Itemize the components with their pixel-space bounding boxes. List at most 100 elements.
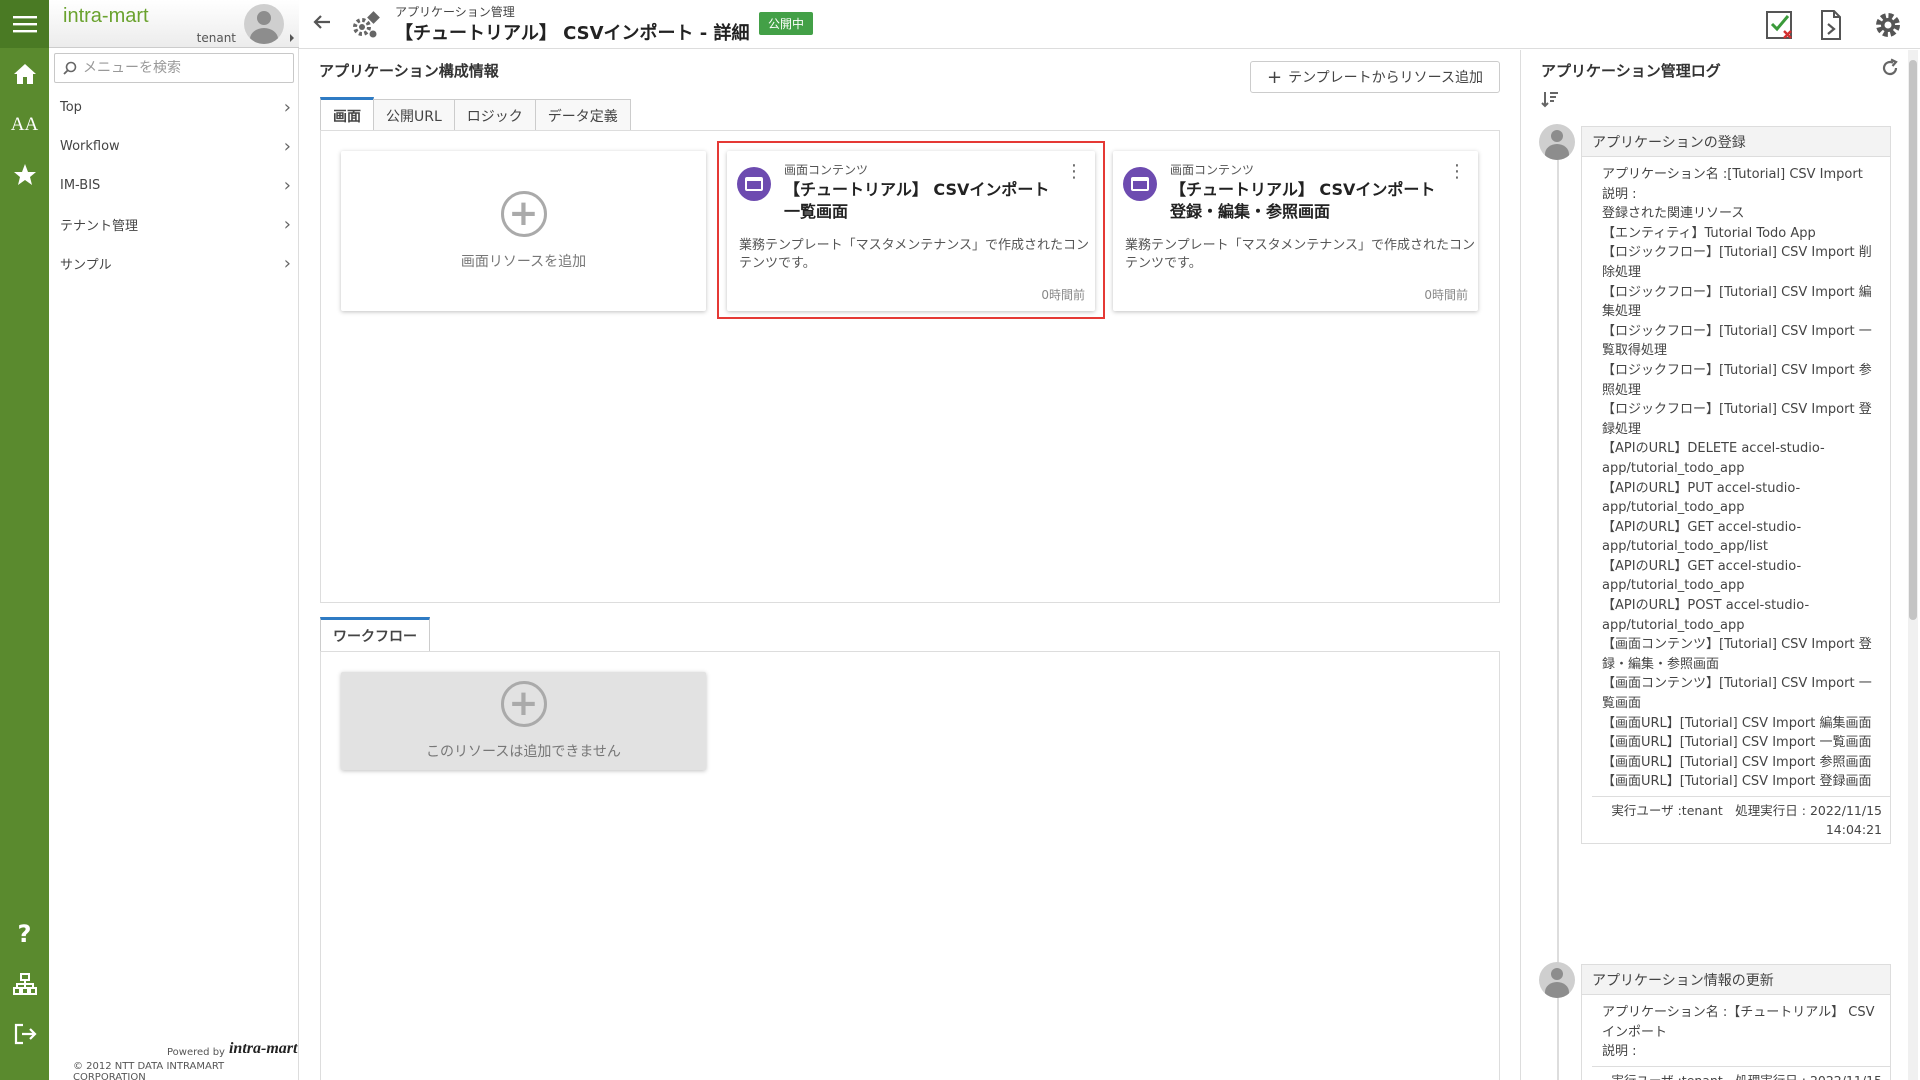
search-icon bbox=[63, 61, 77, 75]
app-gears-icon bbox=[351, 10, 381, 44]
tenant-name: tenant bbox=[196, 31, 236, 45]
log-user-avatar bbox=[1539, 124, 1575, 160]
scrollbar-thumb[interactable] bbox=[1909, 60, 1917, 620]
checklist-icon[interactable] bbox=[1763, 8, 1797, 42]
menu-item-sample[interactable]: サンプル › bbox=[49, 244, 299, 283]
log-line: 【ロジックフロー】[Tutorial] CSV Import 登録処理 bbox=[1602, 402, 1872, 437]
back-arrow-icon[interactable] bbox=[313, 12, 331, 37]
log-line: 【APIのURL】PUT accel-studio-app/tutorial_t… bbox=[1602, 480, 1801, 516]
tab-public-url[interactable]: 公開URL bbox=[373, 99, 455, 131]
screen-content-icon bbox=[737, 167, 771, 201]
screen-content-icon bbox=[1123, 167, 1157, 201]
user-avatar[interactable] bbox=[244, 4, 284, 44]
menu-item-top[interactable]: Top › bbox=[49, 88, 299, 127]
log-line: 【ロジックフロー】[Tutorial] CSV Import 編集処理 bbox=[1602, 284, 1872, 320]
menu-list: Top › Workflow › IM-BIS › テナント管理 › サンプル › bbox=[49, 88, 299, 283]
log-entry-body: アプリケーション名 :[Tutorial] CSV Import 説明 : 登録… bbox=[1582, 157, 1890, 796]
menu-search-box[interactable] bbox=[54, 53, 294, 83]
sitemap-icon[interactable] bbox=[0, 964, 49, 1004]
screen-content-card[interactable]: 画面コンテンツ 【チュートリアル】 CSVインポート 登録・編集・参照画面 ⋮ … bbox=[1113, 151, 1478, 311]
card-description: 業務テンプレート「マスタメンテナンス」で作成されたコンテンツです。 bbox=[1125, 238, 1475, 271]
log-entry: アプリケーションの登録 アプリケーション名 :[Tutorial] CSV Im… bbox=[1581, 126, 1891, 844]
log-scrollbar[interactable] bbox=[1908, 50, 1918, 1080]
log-line: 【APIのURL】GET accel-studio-app/tutorial_t… bbox=[1602, 519, 1802, 555]
log-entry-heading: アプリケーションの登録 bbox=[1582, 127, 1890, 157]
refresh-icon[interactable] bbox=[1880, 58, 1900, 83]
menu-item-label: テナント管理 bbox=[60, 219, 139, 234]
timeline-line bbox=[1557, 130, 1559, 1080]
log-line: 【画面URL】[Tutorial] CSV Import 編集画面 bbox=[1602, 715, 1872, 731]
workflow-card-label: このリソースは追加できません bbox=[426, 744, 621, 760]
powered-by-label: Powered by bbox=[167, 1047, 225, 1058]
log-line: 【APIのURL】DELETE accel-studio-app/tutoria… bbox=[1602, 441, 1825, 476]
log-line: 【エンティティ】Tutorial Todo App bbox=[1602, 225, 1816, 241]
add-resource-from-template-button[interactable]: + テンプレートからリソース追加 bbox=[1250, 61, 1500, 93]
sort-icon[interactable] bbox=[1541, 90, 1559, 112]
menu-item-label: IM-BIS bbox=[60, 178, 101, 193]
add-screen-resource-card[interactable]: + 画面リソースを追加 bbox=[341, 151, 706, 311]
tab-logic[interactable]: ロジック bbox=[453, 99, 536, 131]
help-icon[interactable]: ? bbox=[0, 914, 49, 954]
card-description: 業務テンプレート「マスタメンテナンス」で作成されたコンテンツです。 bbox=[739, 238, 1089, 271]
log-line: 【ロジックフロー】[Tutorial] CSV Import 一覧取得処理 bbox=[1602, 323, 1872, 359]
logo: intra-mart bbox=[63, 5, 149, 27]
settings-gear-icon[interactable] bbox=[1871, 8, 1905, 42]
status-badge: 公開中 bbox=[759, 12, 814, 35]
section-title: アプリケーション構成情報 bbox=[319, 62, 499, 80]
card-time: 0時間前 bbox=[1041, 288, 1085, 302]
screen-resources-panel: + 画面リソースを追加 画面コンテンツ 【チュートリアル】 CSVインポート 一… bbox=[320, 130, 1500, 603]
kebab-menu-icon[interactable]: ⋮ bbox=[1448, 163, 1466, 181]
chevron-right-icon: › bbox=[283, 97, 291, 118]
screen-content-card[interactable]: 画面コンテンツ 【チュートリアル】 CSVインポート 一覧画面 ⋮ 業務テンプレ… bbox=[727, 151, 1095, 311]
log-entry-body: アプリケーション名 :【チュートリアル】 CSVインポート 説明 : bbox=[1582, 995, 1890, 1066]
powered-by-brand: intra-mart bbox=[228, 1040, 298, 1057]
card-type: 画面コンテンツ bbox=[1170, 163, 1255, 177]
copyright: © 2012 NTT DATA INTRAMART CORPORATION bbox=[73, 1061, 225, 1080]
log-line: アプリケーション名 :【チュートリアル】 CSVインポート bbox=[1602, 1005, 1875, 1040]
kebab-menu-icon[interactable]: ⋮ bbox=[1065, 163, 1083, 181]
menu-item-workflow[interactable]: Workflow › bbox=[49, 127, 299, 166]
tab-data-definition[interactable]: データ定義 bbox=[534, 99, 631, 131]
chevron-right-icon: › bbox=[283, 175, 291, 196]
chevron-right-icon: › bbox=[283, 214, 291, 235]
menu-search-input[interactable] bbox=[83, 60, 283, 76]
plus-icon: + bbox=[1267, 66, 1283, 88]
log-user-avatar bbox=[1539, 962, 1575, 998]
hamburger-menu-icon[interactable] bbox=[0, 0, 49, 48]
menu-item-tenant-admin[interactable]: テナント管理 › bbox=[49, 205, 299, 244]
log-entry: アプリケーション情報の更新 アプリケーション名 :【チュートリアル】 CSVイン… bbox=[1581, 964, 1891, 1080]
page-header: アプリケーション管理 【チュートリアル】 CSVインポート - 詳細 公開中 bbox=[299, 0, 1920, 49]
tab-screen[interactable]: 画面 bbox=[320, 97, 374, 131]
card-type: 画面コンテンツ bbox=[784, 163, 869, 177]
resource-tabs: 画面 公開URL ロジック データ定義 bbox=[320, 97, 631, 131]
application-log-panel: アプリケーション管理ログ アプリケーションの登録 アプリケーション名 :[Tut… bbox=[1520, 50, 1920, 1080]
home-icon[interactable] bbox=[0, 54, 49, 94]
log-line: 【画面コンテンツ】[Tutorial] CSV Import 一覧画面 bbox=[1602, 676, 1872, 712]
breadcrumb[interactable]: アプリケーション管理 bbox=[395, 3, 515, 20]
chevron-right-icon: › bbox=[283, 136, 291, 157]
menu-item-label: サンプル bbox=[60, 258, 112, 273]
log-line: 【APIのURL】POST accel-studio-app/tutorial_… bbox=[1602, 598, 1810, 633]
log-entry-heading: アプリケーション情報の更新 bbox=[1582, 965, 1890, 995]
icon-rail: AA ? bbox=[0, 0, 49, 1080]
add-circle-icon: + bbox=[500, 191, 547, 237]
export-document-icon[interactable] bbox=[1815, 8, 1849, 42]
favorite-star-icon[interactable] bbox=[0, 155, 49, 195]
card-name: 【チュートリアル】 CSVインポート 一覧画面 bbox=[784, 180, 1050, 221]
avatar-caret-icon[interactable] bbox=[290, 34, 294, 42]
font-size-icon[interactable]: AA bbox=[0, 105, 49, 145]
menu-item-label: Top bbox=[60, 100, 82, 115]
chevron-right-icon: › bbox=[283, 253, 291, 274]
tab-workflow[interactable]: ワークフロー bbox=[320, 617, 430, 651]
page-title: 【チュートリアル】 CSVインポート - 詳細 bbox=[395, 23, 750, 44]
main-content: アプリケーション構成情報 + テンプレートからリソース追加 画面 公開URL ロジ… bbox=[310, 50, 1505, 1080]
log-line: 【画面コンテンツ】[Tutorial] CSV Import 登録・編集・参照画… bbox=[1602, 637, 1872, 672]
log-line: 【画面URL】[Tutorial] CSV Import 一覧画面 bbox=[1602, 735, 1872, 751]
side-menu: intra-mart tenant Top › Workflow › IM-BIS ›… bbox=[49, 0, 299, 1080]
menu-item-im-bis[interactable]: IM-BIS › bbox=[49, 166, 299, 205]
workflow-tabs: ワークフロー bbox=[320, 617, 430, 651]
log-line: 【APIのURL】GET accel-studio-app/tutorial_t… bbox=[1602, 558, 1802, 594]
logout-icon[interactable] bbox=[0, 1014, 49, 1054]
log-line: 説明 : bbox=[1602, 186, 1637, 202]
add-resource-from-template-label: テンプレートからリソース追加 bbox=[1288, 70, 1483, 86]
